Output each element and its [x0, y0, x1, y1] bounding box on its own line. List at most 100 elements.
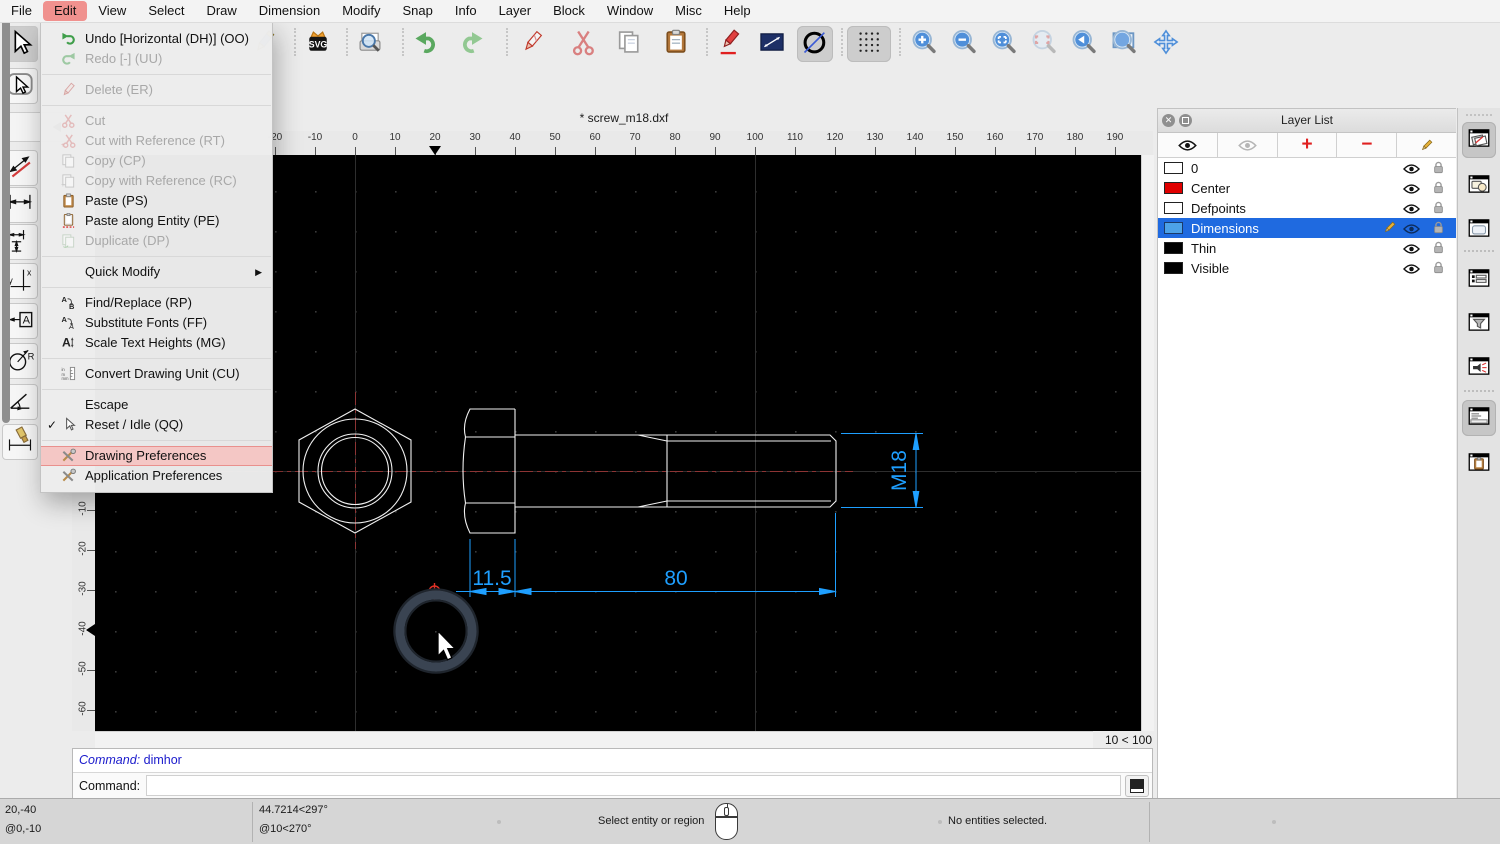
menu-item-quick-modify[interactable]: Quick Modify▶ — [41, 262, 272, 282]
menu-item-scale-text-heights-mg[interactable]: AScale Text Heights (MG) — [41, 333, 272, 353]
menu-item-reset-idle-qq[interactable]: ✓Reset / Idle (QQ) — [41, 415, 272, 435]
line-shape-button[interactable] — [754, 26, 790, 62]
edit-layer-button[interactable] — [1397, 133, 1456, 157]
dim-leader-icon: A — [6, 305, 34, 338]
menu-separator — [42, 440, 271, 441]
command-line-panel-button[interactable] — [1462, 400, 1496, 436]
menu-window[interactable]: Window — [596, 1, 664, 21]
layer-row-visible[interactable]: Visible — [1158, 258, 1456, 278]
layer-lock-icon[interactable] — [1433, 161, 1444, 177]
command-input[interactable] — [146, 775, 1121, 796]
zoom-in-button[interactable] — [906, 26, 942, 62]
svg-text:+: + — [61, 182, 65, 188]
property-pencil-icon — [716, 28, 744, 61]
menu-misc[interactable]: Misc — [664, 1, 713, 21]
layer-row-defpoints[interactable]: Defpoints — [1158, 198, 1456, 218]
horizontal-scrollbar[interactable] — [95, 731, 1093, 749]
zoom-selection-button[interactable] — [1026, 26, 1062, 62]
layer-lock-icon[interactable] — [1433, 201, 1444, 217]
layer-lock-icon[interactable] — [1433, 181, 1444, 197]
menu-item-find-replace-rp[interactable]: ABFind/Replace (RP) — [41, 293, 272, 313]
layer-lock-icon[interactable] — [1433, 241, 1444, 257]
layer-row-thin[interactable]: Thin — [1158, 238, 1456, 258]
menu-file[interactable]: File — [0, 1, 43, 21]
command-window-toggle-button[interactable] — [1125, 775, 1149, 797]
delete-entity-button[interactable] — [514, 26, 550, 62]
hide-all-layers-button[interactable] — [1218, 133, 1278, 157]
layer-row-center[interactable]: Center — [1158, 178, 1456, 198]
copy-button[interactable] — [611, 26, 647, 62]
paste-button[interactable] — [658, 26, 694, 62]
menu-item-cut-with-reference-rt[interactable]: +Cut with Reference (RT) — [41, 131, 272, 151]
menu-edit[interactable]: Edit — [43, 1, 87, 21]
menu-select[interactable]: Select — [137, 1, 195, 21]
layer-visibility-icon[interactable] — [1403, 182, 1420, 197]
print-preview-button[interactable] — [352, 26, 388, 62]
command-trigger-panel-button[interactable] — [1462, 350, 1496, 386]
vertical-scrollbar-thumb[interactable] — [2, 3, 10, 423]
svg-badge-button[interactable]: SVG — [300, 26, 336, 62]
menu-item-drawing-preferences[interactable]: Drawing Preferences — [41, 446, 272, 466]
zoom-previous-button[interactable] — [1066, 26, 1102, 62]
clipboard-panel-panel-button[interactable] — [1462, 446, 1496, 482]
menu-item-paste-ps[interactable]: Paste (PS) — [41, 191, 272, 211]
dim-length-label: 80 — [664, 567, 687, 590]
menu-item-copy-with-reference-rc[interactable]: +Copy with Reference (RC) — [41, 171, 272, 191]
layer-visibility-icon[interactable] — [1403, 242, 1420, 257]
layer-row-0[interactable]: 0 — [1158, 158, 1456, 178]
pan-button[interactable] — [1148, 26, 1184, 62]
menu-draw[interactable]: Draw — [195, 1, 247, 21]
menu-item-cut[interactable]: Cut — [41, 111, 272, 131]
layer-lock-icon[interactable] — [1433, 221, 1444, 237]
menu-dimension[interactable]: Dimension — [248, 1, 331, 21]
menu-info[interactable]: Info — [444, 1, 488, 21]
menu-snap[interactable]: Snap — [392, 1, 444, 21]
zoom-window-button[interactable] — [1106, 26, 1142, 62]
close-icon[interactable]: ✕ — [1162, 114, 1175, 127]
vertical-scrollbar[interactable] — [1141, 155, 1154, 731]
ruler-label: 50 — [535, 132, 575, 143]
zoom-out-button[interactable] — [946, 26, 982, 62]
menu-item-escape[interactable]: Escape — [41, 395, 272, 415]
menu-item-duplicate-dp[interactable]: Duplicate (DP) — [41, 231, 272, 251]
zoom-window-icon — [1110, 28, 1138, 61]
zoom-auto-button[interactable] — [986, 26, 1022, 62]
layer-lock-icon[interactable] — [1433, 261, 1444, 277]
menu-view[interactable]: View — [87, 1, 137, 21]
selection-filter-panel-button[interactable] — [1462, 306, 1496, 342]
float-panel-icon[interactable] — [1179, 114, 1192, 127]
block-list-panel-button[interactable] — [1462, 168, 1496, 204]
menu-item-copy-cp[interactable]: Copy (CP) — [41, 151, 272, 171]
layer-visibility-icon[interactable] — [1403, 262, 1420, 277]
menu-item-redo-uu[interactable]: Redo [-] (UU) — [41, 49, 272, 69]
dim-style-button[interactable] — [2, 424, 38, 460]
menu-block[interactable]: Block — [542, 1, 596, 21]
property-pencil-button[interactable] — [712, 26, 748, 62]
library-browser-panel-button[interactable] — [1462, 212, 1496, 248]
undo-button[interactable] — [408, 26, 444, 62]
menu-item-paste-along-entity-pe[interactable]: Paste along Entity (PE) — [41, 211, 272, 231]
layer-visibility-icon[interactable] — [1403, 222, 1420, 237]
layer-row-dimensions[interactable]: Dimensions — [1158, 218, 1456, 238]
layer-list-panel-button[interactable] — [1462, 122, 1496, 158]
edit-layer-icon[interactable] — [1383, 221, 1396, 237]
grid-toggle-button[interactable] — [847, 26, 891, 62]
layer-visibility-icon[interactable] — [1403, 162, 1420, 177]
menu-item-delete-er[interactable]: Delete (ER) — [41, 80, 272, 100]
menu-modify[interactable]: Modify — [331, 1, 391, 21]
menu-layer[interactable]: Layer — [488, 1, 543, 21]
show-all-layers-button[interactable] — [1158, 133, 1218, 157]
menu-item-application-preferences[interactable]: Application Preferences — [41, 466, 272, 486]
layer-name: Center — [1191, 181, 1230, 196]
redo-button[interactable] — [454, 26, 490, 62]
circle-shape-button[interactable] — [797, 26, 833, 62]
menu-item-substitute-fonts-ff[interactable]: AASubstitute Fonts (FF) — [41, 313, 272, 333]
menu-help[interactable]: Help — [713, 1, 762, 21]
menu-item-convert-drawing-unit-cu[interactable]: inmmmConvert Drawing Unit (CU) — [41, 364, 272, 384]
property-editor-panel-button[interactable] — [1462, 262, 1496, 298]
add-layer-button[interactable]: + — [1278, 133, 1338, 157]
menu-item-undo-horizontal-dh-oo[interactable]: Undo [Horizontal (DH)] (OO) — [41, 29, 272, 49]
cut-button[interactable] — [566, 26, 602, 62]
layer-visibility-icon[interactable] — [1403, 202, 1420, 217]
remove-layer-button[interactable]: − — [1337, 133, 1397, 157]
